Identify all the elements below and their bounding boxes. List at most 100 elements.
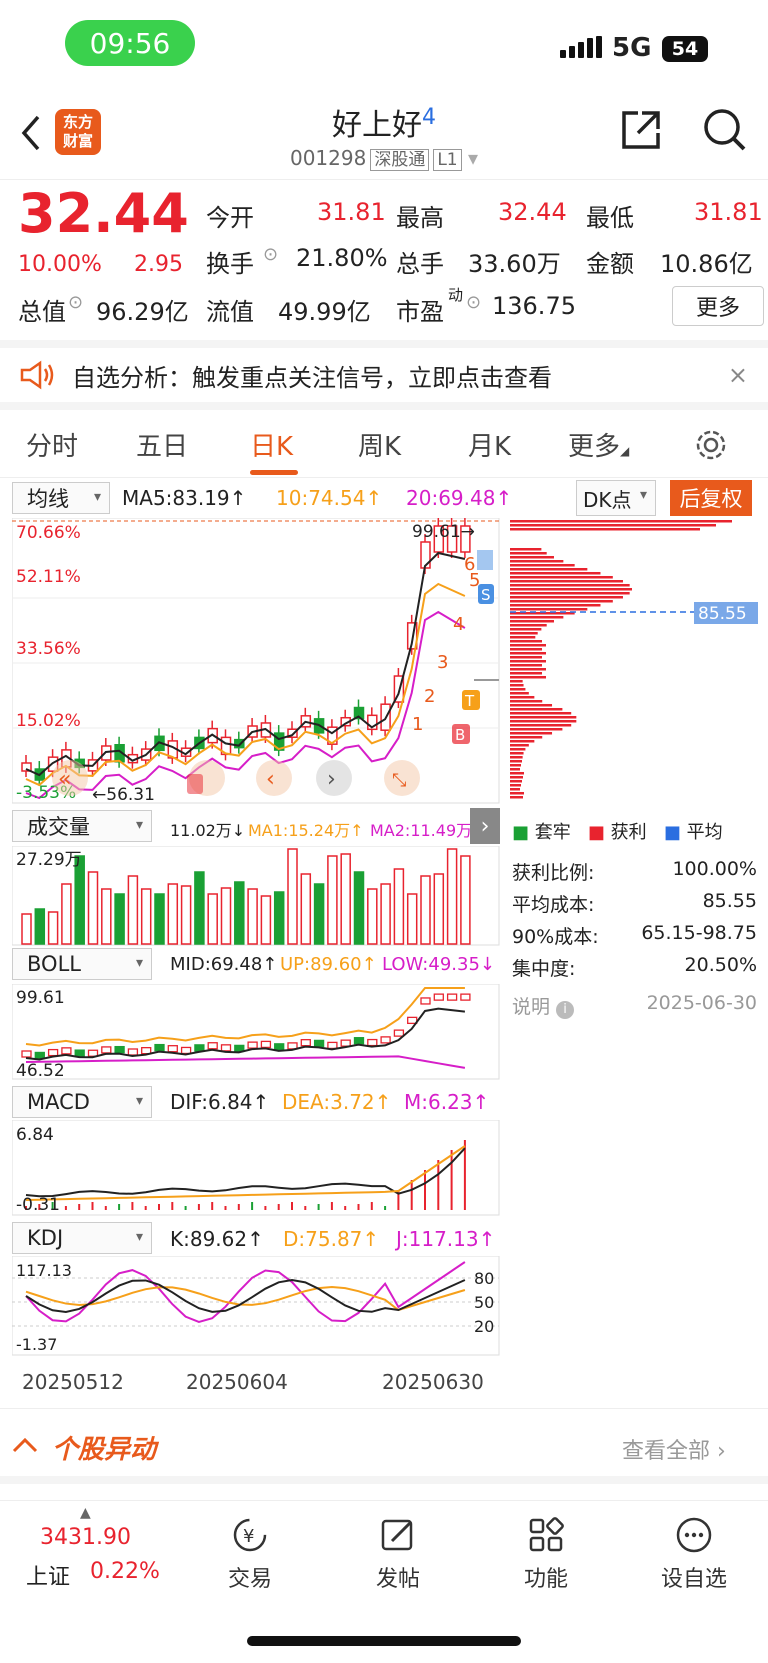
index-pct: 0.22% [90, 1559, 160, 1584]
chip-bar [510, 560, 564, 563]
turnover-info-icon[interactable]: ⊙ [263, 244, 278, 265]
boll-bottom-label: 46.52 [16, 1061, 65, 1080]
info-icon: i [556, 1001, 575, 1019]
chip-bar [510, 580, 623, 583]
chip-bar [510, 600, 613, 603]
search-icon[interactable] [702, 107, 748, 153]
boll-indicator-select[interactable]: BOLL [12, 948, 152, 980]
chip-bar [510, 788, 520, 791]
boll-candle [47, 1048, 59, 1057]
chip-note-row[interactable]: 说明 i 2025-06-30 [512, 992, 757, 1019]
volume-bar [287, 848, 298, 945]
tab-daily-k[interactable]: 日K [250, 426, 293, 463]
candle-body [101, 745, 112, 761]
post-button[interactable]: 发帖 [338, 1515, 458, 1593]
trade-icon: ¥ [233, 1518, 267, 1552]
chip-bar [510, 756, 523, 759]
chip-bar [510, 652, 546, 655]
volume-bar [234, 881, 245, 945]
chip-bar [510, 668, 546, 671]
index-value[interactable]: 3431.90 [40, 1525, 131, 1550]
svg-text:¥: ¥ [243, 1526, 254, 1547]
volume-bar [194, 871, 205, 945]
turnover-label: 换手 [206, 250, 254, 278]
macd-m: M:6.23↑ [404, 1090, 490, 1114]
add-watchlist-button[interactable]: 设自选 [634, 1515, 754, 1593]
tab-five-day[interactable]: 五日 [136, 426, 188, 463]
status-bar: 09:56 5G 54 [0, 0, 768, 95]
volume-bar [420, 875, 431, 945]
max-price-label: 99.61→ [412, 522, 475, 542]
last-price: 32.44 [18, 182, 189, 245]
chevron-up-icon[interactable] [12, 1435, 38, 1455]
analysis-banner[interactable]: 自选分析：触发重点关注信号，立即点击查看 × [0, 340, 768, 410]
function-button[interactable]: 功能 [486, 1515, 606, 1593]
kdj-level-80: 80 [474, 1269, 494, 1288]
chip-distribution-chart[interactable]: 85.55 [510, 518, 758, 804]
network-label: 5G [612, 33, 652, 63]
boll-top-label: 99.61 [16, 988, 65, 1008]
kdj-indicator-select[interactable]: KDJ [12, 1222, 152, 1254]
kline-label-2: 33.56% [16, 639, 81, 659]
volume-label: 总手 [396, 250, 444, 278]
tab-monthly-k[interactable]: 月K [468, 426, 511, 463]
settings-gear-icon[interactable] [694, 428, 728, 462]
chip-bar [510, 784, 521, 787]
macd-indicator-select[interactable]: MACD [12, 1086, 152, 1118]
boll-candle [367, 1038, 378, 1047]
chip-bar [510, 780, 522, 783]
close-icon[interactable]: × [728, 361, 748, 389]
chip-bar [510, 592, 630, 595]
macd-dea: DEA:3.72↑ [282, 1090, 392, 1114]
share-icon[interactable] [618, 107, 664, 153]
chip-bar [510, 656, 542, 659]
more-button[interactable]: 更多 [672, 286, 764, 326]
volume-bar [406, 893, 418, 945]
stock-code: 001298 [289, 146, 367, 170]
chip-bar [510, 608, 588, 611]
boll-candle [141, 1047, 152, 1055]
pan-right-glyph: › [327, 767, 336, 792]
chip-bar [510, 648, 542, 651]
chip-bar [510, 528, 700, 531]
pe-info-icon[interactable]: ⊙ [466, 292, 481, 313]
volume-bar [21, 913, 32, 945]
boll-low: LOW:49.35↓ [382, 954, 495, 975]
chip-bar [510, 724, 572, 727]
kline-chart[interactable]: 70.66% 52.11% 33.56% 15.02% -3.53% 99.61… [12, 518, 500, 804]
volume-bar [273, 891, 285, 945]
boll-chart: 99.61 46.52 [12, 984, 500, 1080]
kline-label-0: 70.66% [16, 523, 81, 543]
chip-bar [510, 552, 547, 555]
main-indicator-select[interactable]: 均线 [12, 482, 110, 514]
tab-intraday[interactable]: 分时 [26, 426, 78, 463]
dk-point-select[interactable]: DK点 [576, 480, 656, 516]
tab-more[interactable]: 更多◢ [568, 426, 629, 463]
volume-indicator-select[interactable]: 成交量 [12, 810, 152, 842]
date-label-mid: 20250604 [186, 1370, 288, 1394]
chip-bar [510, 716, 577, 719]
chip-bar [510, 632, 538, 635]
legend-average: 平均 [686, 822, 723, 843]
low-value: 31.81 [694, 198, 763, 226]
view-all-link[interactable]: 查看全部 › [622, 1433, 726, 1465]
kdj-bottom-label: -1.37 [16, 1335, 57, 1354]
tab-weekly-k[interactable]: 周K [358, 426, 401, 463]
volume-bar [167, 883, 179, 945]
adjust-button[interactable]: 后复权 [670, 480, 752, 516]
kdj-level-20: 20 [474, 1317, 494, 1336]
chip-bar [510, 764, 521, 767]
info-icon[interactable]: ⊙ [68, 292, 83, 313]
expand-panel-icon[interactable]: › [470, 808, 500, 844]
trade-button[interactable]: ¥ 交易 [190, 1515, 310, 1593]
boll-candle [460, 993, 471, 1001]
float-label: 流值 [206, 298, 254, 326]
pe-sup: 动 [448, 286, 464, 304]
boll-candle [327, 1041, 338, 1050]
stock-movement-section[interactable]: 个股异动 查看全部 › [0, 1408, 768, 1484]
boll-candle [194, 1044, 205, 1052]
chip-bar [510, 748, 526, 751]
change-value: 2.95 [134, 252, 183, 277]
chip-bar [510, 752, 524, 755]
chip-bar [510, 712, 572, 715]
